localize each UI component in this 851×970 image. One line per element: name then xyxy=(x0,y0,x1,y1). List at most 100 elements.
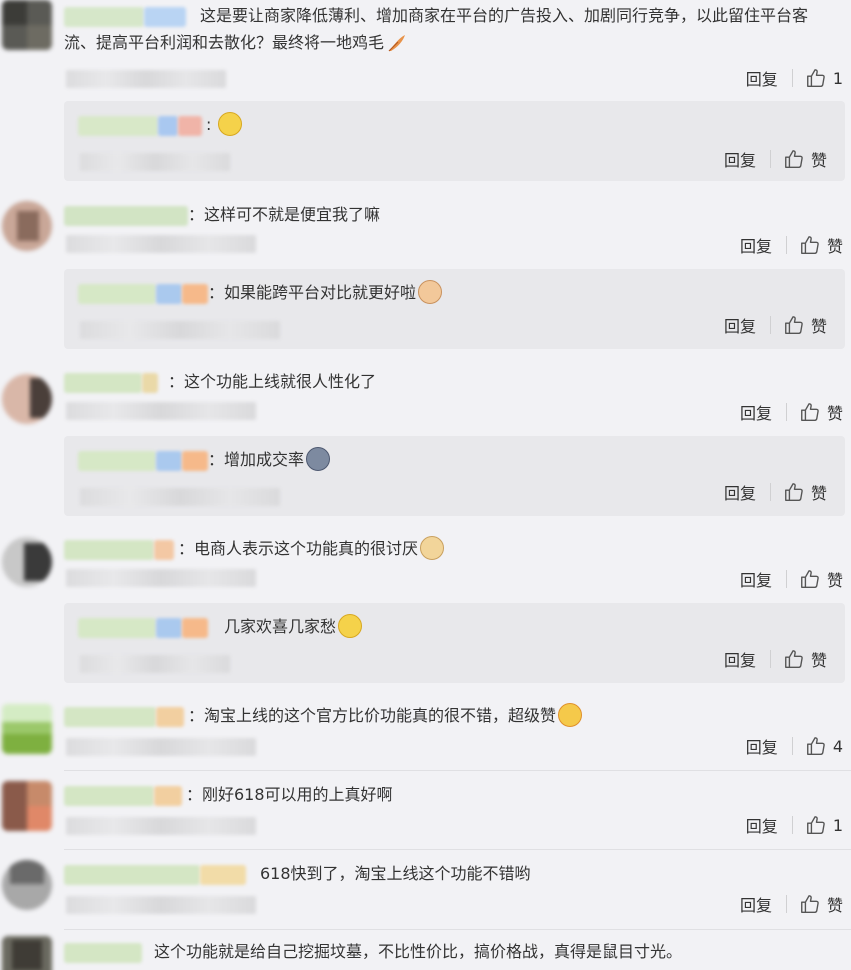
like-count: 1 xyxy=(832,68,843,88)
username[interactable] xyxy=(64,6,144,27)
thumbs-up-icon xyxy=(806,816,825,834)
divider xyxy=(785,570,787,588)
cheer-icon xyxy=(558,703,583,727)
username[interactable] xyxy=(64,539,154,560)
comment-actions: 回复 赞 xyxy=(740,892,843,916)
reply-button[interactable]: 回复 xyxy=(724,147,770,171)
timestamp xyxy=(66,817,256,835)
divider xyxy=(769,483,771,501)
reply-actions: 回复 赞 xyxy=(724,313,827,337)
reply-actions: 回复 赞 xyxy=(724,480,827,504)
divider xyxy=(64,849,851,850)
smile-icon xyxy=(218,112,243,136)
username[interactable] xyxy=(64,205,188,226)
reply-button[interactable]: 回复 xyxy=(740,567,786,591)
like-button[interactable]: 赞 xyxy=(783,313,827,337)
reply-text: 几家欢喜几家愁 xyxy=(78,613,825,640)
comment-actions: 回复 赞 xyxy=(740,567,843,591)
timestamp xyxy=(80,488,280,506)
reply-actions: 回复 赞 xyxy=(724,647,827,671)
divider xyxy=(769,650,771,668)
username[interactable] xyxy=(64,942,142,963)
comment-actions: 回复 赞 xyxy=(740,233,843,257)
username[interactable] xyxy=(64,372,142,393)
avatar[interactable] xyxy=(2,936,52,970)
comment-actions: 回复 4 xyxy=(746,734,843,758)
username[interactable] xyxy=(64,706,156,727)
comment-text: ：刚好618可以用的上真好啊 xyxy=(64,781,831,808)
like-button[interactable]: 赞 xyxy=(799,233,843,257)
like-button[interactable]: 4 xyxy=(805,735,843,757)
reply-button[interactable]: 回复 xyxy=(724,480,770,504)
divider xyxy=(785,895,787,913)
divider xyxy=(791,69,793,87)
doge-icon xyxy=(420,536,445,560)
timestamp xyxy=(80,153,230,171)
reply-box: : 回复 赞 xyxy=(64,101,845,181)
like-button[interactable]: 赞 xyxy=(799,567,843,591)
cat-icon xyxy=(418,280,443,304)
avatar[interactable] xyxy=(2,537,52,587)
timestamp xyxy=(66,70,226,88)
username[interactable] xyxy=(64,785,154,806)
thumbs-up-icon xyxy=(785,316,803,334)
reply-actions: 回复 赞 xyxy=(724,147,827,171)
thumbs-up-icon xyxy=(801,570,819,588)
like-label: 赞 xyxy=(810,484,827,503)
like-button[interactable]: 赞 xyxy=(783,480,827,504)
timestamp xyxy=(66,569,256,587)
timestamp xyxy=(66,738,256,756)
like-button[interactable]: 赞 xyxy=(799,892,843,916)
reply-box: ：如果能跨平台对比就更好啦 回复 赞 xyxy=(64,269,845,349)
laugh-cry-icon xyxy=(338,614,363,638)
timestamp xyxy=(80,321,280,339)
username[interactable] xyxy=(78,450,156,471)
divider xyxy=(791,737,793,755)
like-button[interactable]: 1 xyxy=(805,67,843,89)
reply-button[interactable]: 回复 xyxy=(740,233,786,257)
username[interactable] xyxy=(64,864,200,885)
timestamp xyxy=(66,235,256,253)
avatar[interactable] xyxy=(2,860,52,910)
reply-button[interactable]: 回复 xyxy=(740,892,786,916)
like-count: 1 xyxy=(832,815,843,835)
avatar[interactable] xyxy=(2,704,52,754)
thumbs-up-icon xyxy=(806,69,825,87)
reply-button[interactable]: 回复 xyxy=(746,734,792,758)
username[interactable] xyxy=(78,283,156,304)
reply-button[interactable]: 回复 xyxy=(746,813,792,837)
reply-text: ：增加成交率 xyxy=(78,446,825,473)
avatar[interactable] xyxy=(2,374,52,424)
comment-text: ：电商人表示这个功能真的很讨厌 xyxy=(64,535,831,562)
username[interactable] xyxy=(78,617,156,638)
avatar[interactable] xyxy=(2,201,52,251)
like-label: 赞 xyxy=(826,571,843,590)
like-label: 赞 xyxy=(826,896,843,915)
like-button[interactable]: 赞 xyxy=(799,400,843,424)
reply-button[interactable]: 回复 xyxy=(746,66,792,90)
like-button[interactable]: 赞 xyxy=(783,147,827,171)
like-label: 赞 xyxy=(810,317,827,336)
reply-button[interactable]: 回复 xyxy=(740,400,786,424)
comment-text: ：淘宝上线的这个官方比价功能真的很不错，超级赞 xyxy=(64,702,831,729)
reply-box: ：增加成交率 回复 赞 xyxy=(64,436,845,516)
comment-actions: 回复 1 xyxy=(746,66,843,90)
username[interactable] xyxy=(78,115,158,136)
comment-actions: 回复 赞 xyxy=(740,400,843,424)
like-label: 赞 xyxy=(826,404,843,423)
avatar[interactable] xyxy=(2,0,52,50)
reply-button[interactable]: 回复 xyxy=(724,313,770,337)
timestamp xyxy=(80,655,230,673)
avatar[interactable] xyxy=(2,781,52,831)
thumbs-up-icon xyxy=(785,650,803,668)
like-count: 4 xyxy=(832,736,843,756)
reply-text: ：如果能跨平台对比就更好啦 xyxy=(78,279,825,306)
comment-actions: 回复 1 xyxy=(746,813,843,837)
reply-button[interactable]: 回复 xyxy=(724,647,770,671)
reply-box: 几家欢喜几家愁 回复 赞 xyxy=(64,603,845,683)
thumbs-up-icon xyxy=(785,483,803,501)
like-button[interactable]: 赞 xyxy=(783,647,827,671)
like-button[interactable]: 1 xyxy=(805,814,843,836)
divider xyxy=(785,403,787,421)
feather-icon xyxy=(386,32,410,56)
